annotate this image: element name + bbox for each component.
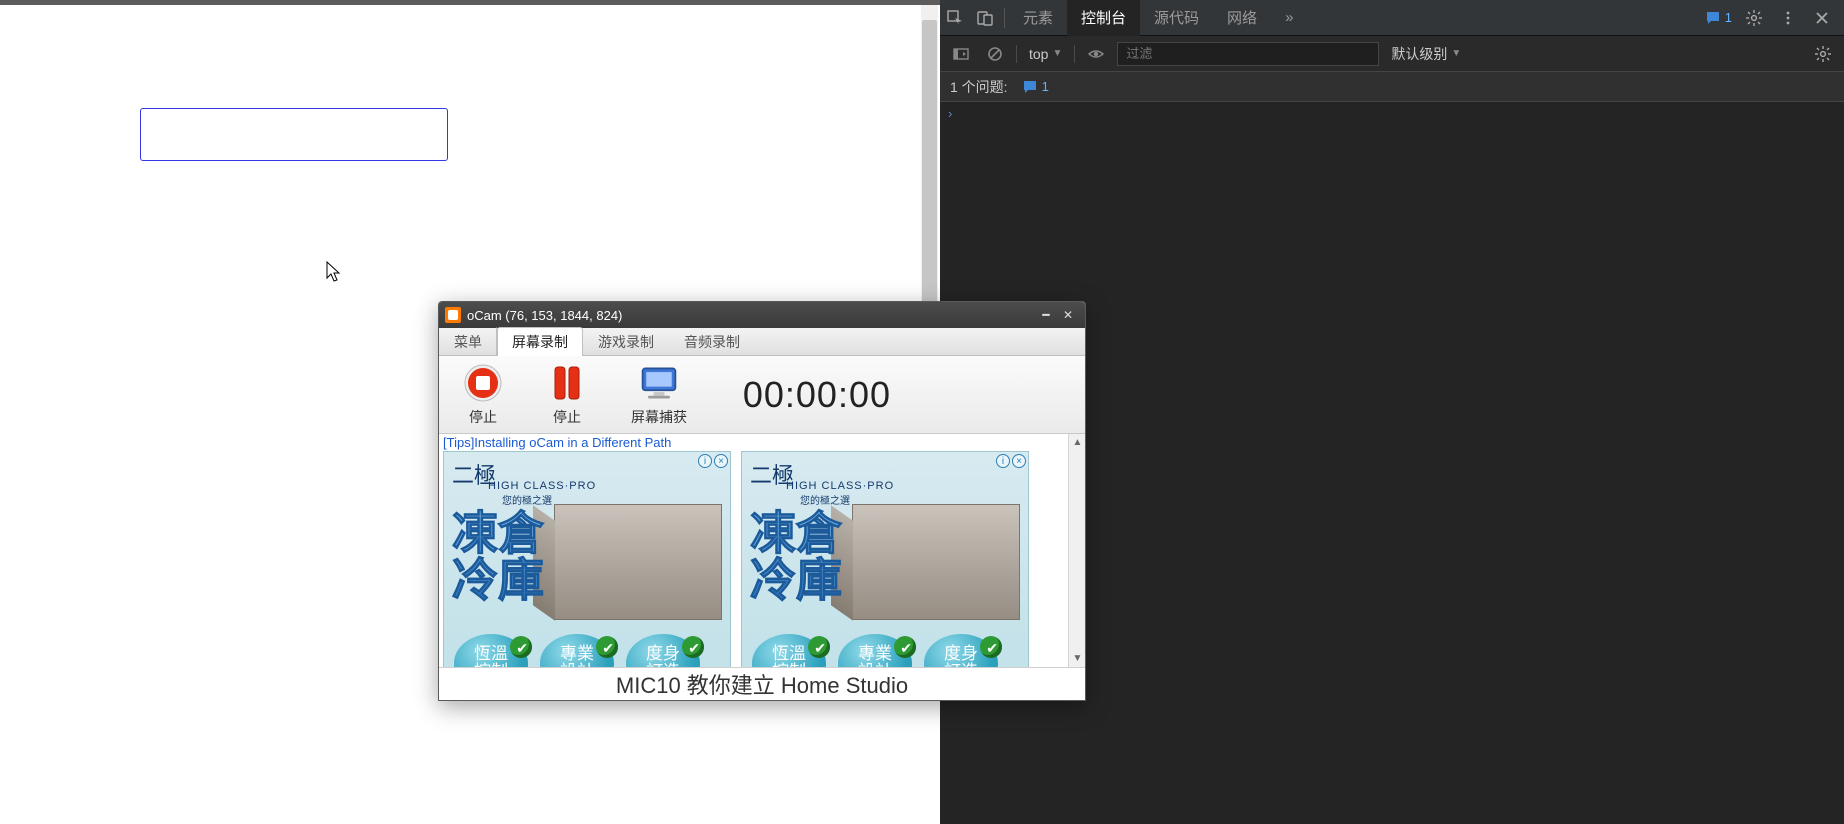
pause-icon <box>547 363 587 403</box>
device-toolbar-icon[interactable] <box>970 0 1000 36</box>
ad-feature-chips: ✔恆溫控制 ✔專業設計 ✔度身訂造 <box>454 634 700 667</box>
ocam-ads-row: i × 二極 HIGH CLASS·PRO 您的極之選 凍倉冷庫 ✔恆溫控制 ✔… <box>439 451 1068 667</box>
recording-timer: 00:00:00 <box>743 374 891 416</box>
console-issue-bar[interactable]: 1 个问题: 1 <box>940 72 1844 102</box>
console-settings-icon[interactable] <box>1810 46 1836 62</box>
ad-brand-en: HIGH CLASS·PRO <box>488 480 596 492</box>
console-output[interactable]: › <box>940 102 1844 126</box>
ocam-tab-screen-record[interactable]: 屏幕录制 <box>497 327 583 356</box>
stop-button[interactable]: 停止 <box>463 363 503 427</box>
console-filter-input[interactable] <box>1117 42 1379 66</box>
inspect-element-icon[interactable] <box>940 0 970 36</box>
execution-context-selector[interactable]: top ▼ <box>1025 46 1066 62</box>
tab-console[interactable]: 控制台 <box>1067 0 1140 36</box>
ad-feature-chips: ✔恆溫控制 ✔專業設計 ✔度身訂造 <box>752 634 998 667</box>
window-close-icon[interactable]: ✕ <box>1057 306 1079 324</box>
ocam-content: [Tips]Installing oCam in a Different Pat… <box>439 434 1068 667</box>
ocam-footer-text: MIC10 教你建立 Home Studio <box>439 667 1085 700</box>
ocam-app-icon <box>445 307 461 323</box>
empty-input-box[interactable] <box>140 108 448 161</box>
console-toolbar: top ▼ 默认级别 ▼ <box>940 36 1844 72</box>
live-expression-eye-icon[interactable] <box>1083 41 1109 67</box>
ad-chip: ✔專業設計 <box>838 634 912 667</box>
devtools-header: 元素 控制台 源代码 网络 » 1 <box>940 0 1844 36</box>
ocam-tips-link[interactable]: [Tips]Installing oCam in a Different Pat… <box>439 434 1068 451</box>
devtools-close-icon[interactable] <box>1810 0 1834 36</box>
ad-chip: ✔度身訂造 <box>626 634 700 667</box>
ad-chip: ✔恆溫控制 <box>454 634 528 667</box>
devtools-tabstrip: 元素 控制台 源代码 网络 » <box>1009 0 1307 36</box>
ad-brand-sub: 您的極之選 <box>800 492 850 507</box>
ad-product-image <box>852 504 1020 620</box>
console-prompt-icon: › <box>948 106 952 121</box>
ad-banner[interactable]: i × 二極 HIGH CLASS·PRO 您的極之選 凍倉冷庫 ✔恆溫控制 ✔… <box>443 451 731 667</box>
ocam-tab-menu[interactable]: 菜单 <box>439 327 497 356</box>
ad-product-image <box>554 504 722 620</box>
ad-headline: 凍倉冷庫 <box>750 510 842 604</box>
mouse-cursor-icon <box>326 261 342 285</box>
ad-headline: 凍倉冷庫 <box>452 510 544 604</box>
ad-chip: ✔專業設計 <box>540 634 614 667</box>
tab-sources[interactable]: 源代码 <box>1140 0 1213 36</box>
monitor-icon <box>639 363 679 403</box>
ad-brand-en: HIGH CLASS·PRO <box>786 480 894 492</box>
issuebar-label: 1 个问题: <box>950 77 1008 97</box>
tabs-overflow-button[interactable]: » <box>1271 0 1307 36</box>
clear-console-icon[interactable] <box>982 41 1008 67</box>
pause-button[interactable]: 停止 <box>547 363 587 427</box>
ocam-titlebar[interactable]: oCam (76, 153, 1844, 824) ━ ✕ <box>439 302 1085 328</box>
chevron-down-icon: ▼ <box>1052 48 1062 59</box>
ocam-toolbar: 停止 停止 屏幕捕获 00:00:00 <box>439 356 1085 434</box>
ad-banner[interactable]: i × 二極 HIGH CLASS·PRO 您的極之選 凍倉冷庫 ✔恆溫控制 ✔… <box>741 451 1029 667</box>
ocam-vertical-scrollbar[interactable]: ▲ ▼ <box>1068 434 1085 667</box>
ad-close-icon[interactable]: × <box>1012 454 1026 468</box>
ocam-tab-audio-record[interactable]: 音频录制 <box>669 327 755 356</box>
scroll-down-arrow-icon[interactable]: ▼ <box>1069 650 1085 667</box>
ad-info-icon[interactable]: i <box>996 454 1010 468</box>
ocam-tabstrip: 菜单 屏幕录制 游戏录制 音频录制 <box>439 328 1085 356</box>
scroll-up-arrow-icon[interactable]: ▲ <box>1069 434 1085 451</box>
tab-elements[interactable]: 元素 <box>1009 0 1067 36</box>
ocam-window: oCam (76, 153, 1844, 824) ━ ✕ 菜单 屏幕录制 游戏… <box>438 301 1086 701</box>
chevron-down-icon: ▼ <box>1451 48 1461 59</box>
issues-badge[interactable]: 1 <box>1705 10 1732 26</box>
ad-brand-sub: 您的極之選 <box>502 492 552 507</box>
stop-icon <box>463 363 503 403</box>
devtools-more-menu-icon[interactable] <box>1776 0 1800 36</box>
screen-capture-button[interactable]: 屏幕捕获 <box>631 363 687 427</box>
window-minimize-icon[interactable]: ━ <box>1035 306 1057 324</box>
ad-chip: ✔恆溫控制 <box>752 634 826 667</box>
ad-info-icon[interactable]: i <box>698 454 712 468</box>
tab-network[interactable]: 网络 <box>1213 0 1271 36</box>
issuebar-badge[interactable]: 1 <box>1022 79 1049 95</box>
devtools-settings-icon[interactable] <box>1742 0 1766 36</box>
ad-chip: ✔度身訂造 <box>924 634 998 667</box>
log-level-selector[interactable]: 默认级别 ▼ <box>1391 44 1461 64</box>
console-sidebar-toggle-icon[interactable] <box>948 41 974 67</box>
ad-close-icon[interactable]: × <box>714 454 728 468</box>
ocam-title: oCam (76, 153, 1844, 824) <box>467 308 1035 323</box>
ocam-tab-game-record[interactable]: 游戏录制 <box>583 327 669 356</box>
issues-badge-count: 1 <box>1725 10 1732 25</box>
